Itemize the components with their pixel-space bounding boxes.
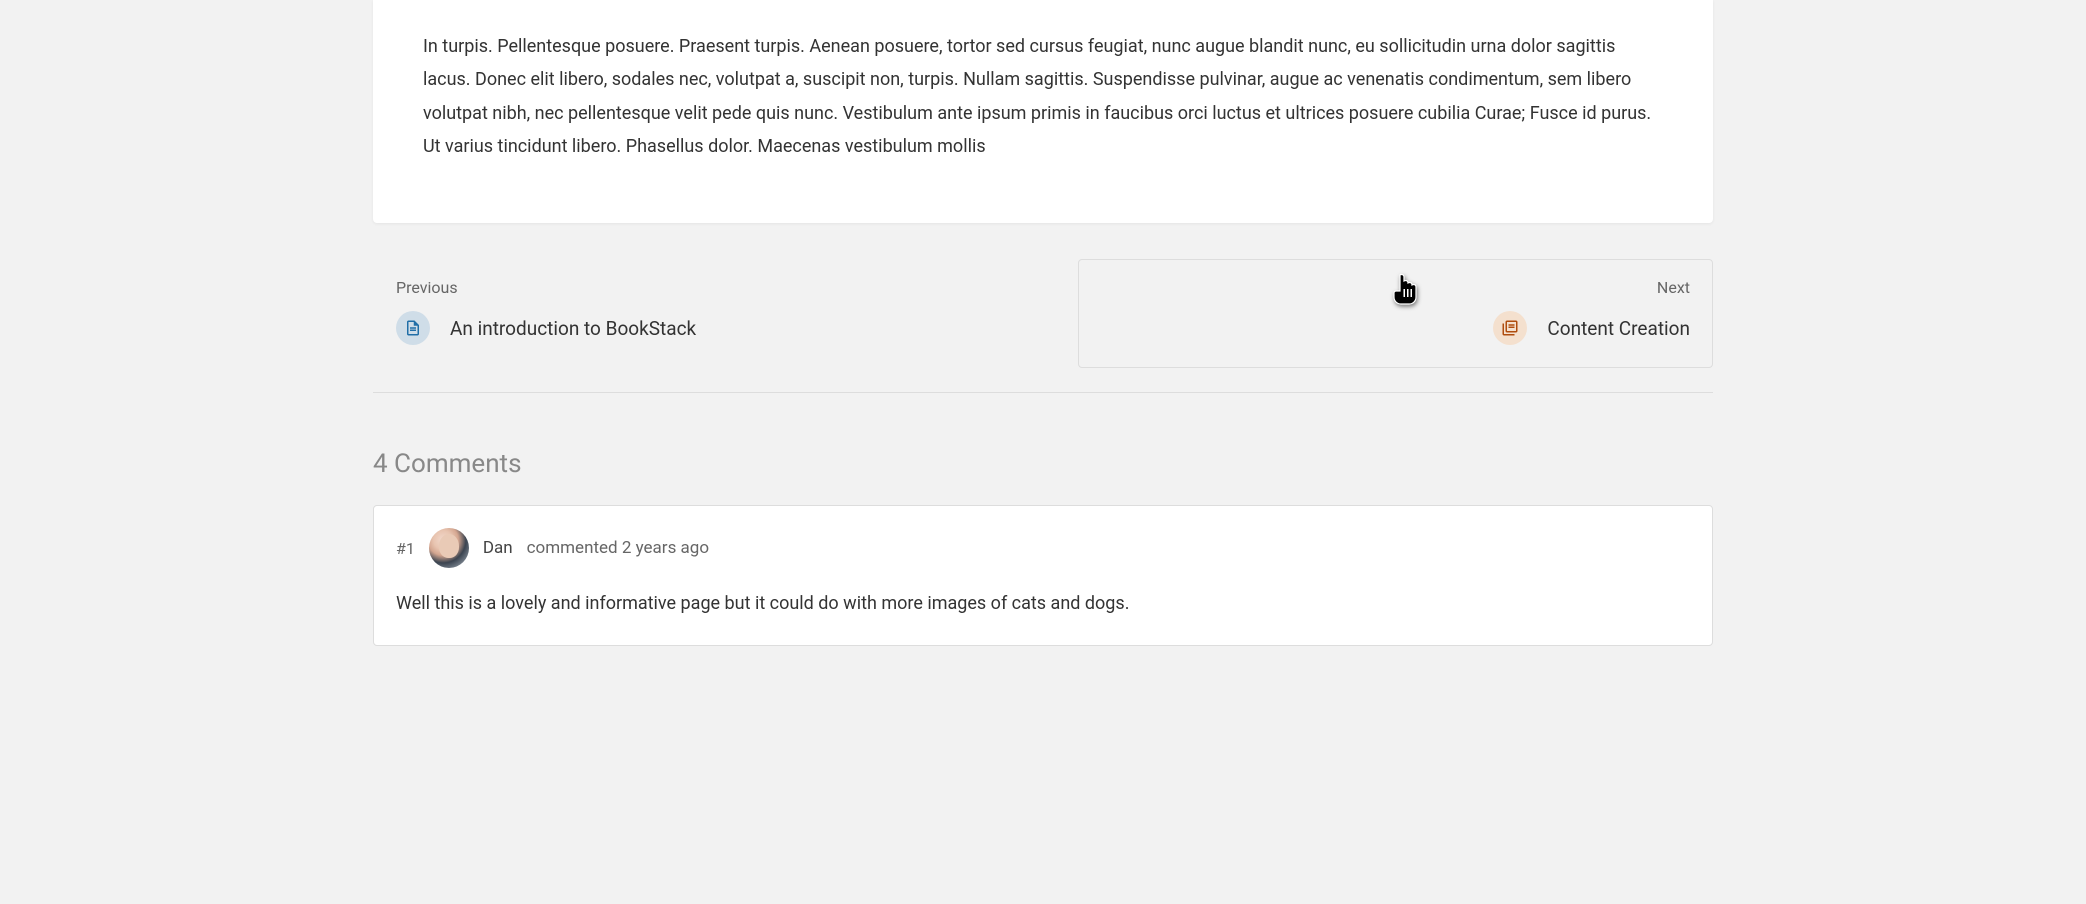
- previous-label: Previous: [396, 278, 1031, 297]
- next-title: Content Creation: [1547, 317, 1690, 340]
- comment-card: #1 Dan commented 2 years ago Well this i…: [373, 505, 1713, 646]
- page-content-paragraph: In turpis. Pellentesque posuere. Praesen…: [423, 30, 1663, 163]
- comments-heading: 4 Comments: [373, 449, 1713, 479]
- next-page-link[interactable]: Next Content Creation: [1078, 259, 1713, 368]
- section-divider: [373, 392, 1713, 393]
- next-label: Next: [1101, 278, 1690, 297]
- page-content-card: In turpis. Pellentesque posuere. Praesen…: [373, 0, 1713, 223]
- chapter-icon: [1493, 311, 1527, 345]
- previous-title: An introduction to BookStack: [450, 317, 696, 340]
- comment-header: #1 Dan commented 2 years ago: [396, 528, 1690, 568]
- comment-author[interactable]: Dan: [483, 538, 513, 558]
- comment-meta: commented 2 years ago: [527, 538, 709, 558]
- previous-page-link[interactable]: Previous An introduction to BookStack: [373, 259, 1054, 368]
- comment-body: Well this is a lovely and informative pa…: [396, 590, 1690, 619]
- page-navigation: Previous An introduction to BookStack Ne…: [373, 259, 1713, 368]
- comment-number[interactable]: #1: [396, 539, 415, 558]
- avatar[interactable]: [429, 528, 469, 568]
- page-icon: [396, 311, 430, 345]
